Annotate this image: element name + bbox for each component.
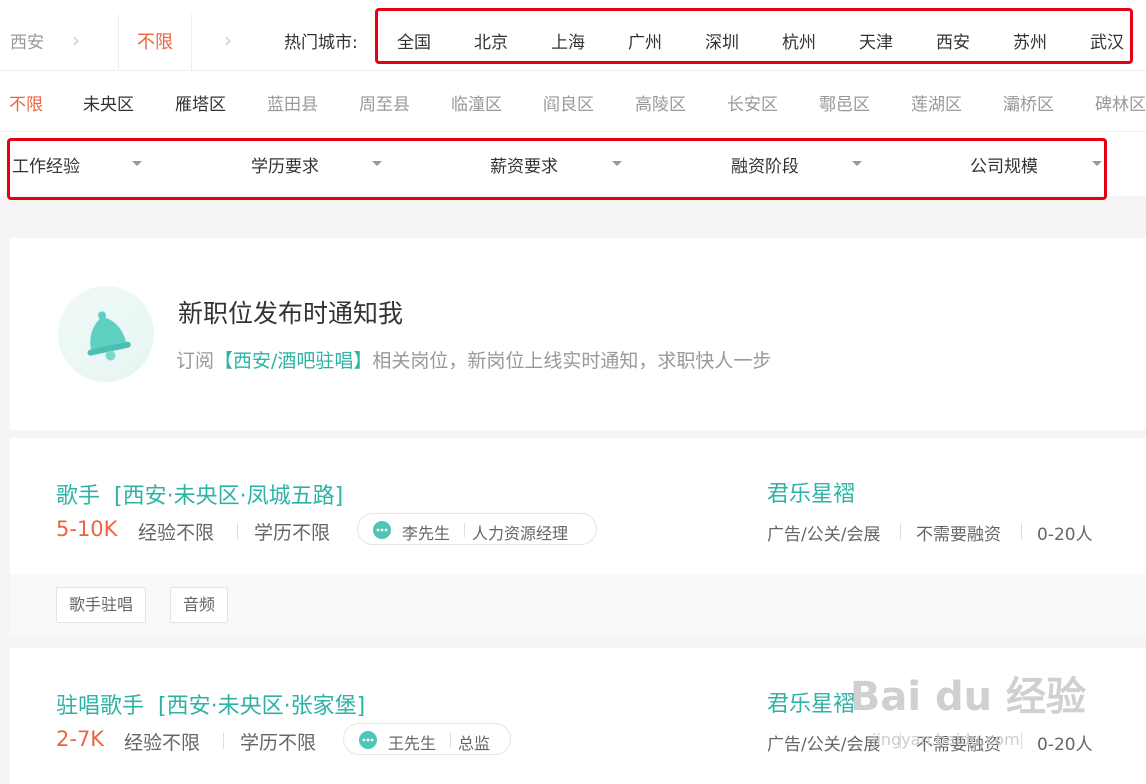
company-size: 0-20人 xyxy=(1037,525,1093,545)
notify-sub-prefix: 订阅 xyxy=(176,350,215,372)
bell-icon xyxy=(58,286,154,382)
district-changan[interactable]: 长安区 xyxy=(727,90,778,115)
company-funding: 不需要融资 xyxy=(916,525,1001,545)
notify-subtitle: 订阅【西安/酒吧驻唱】相关岗位，新岗位上线实时通知，求职快人一步 xyxy=(176,346,771,373)
district-beilin[interactable]: 碑林区 xyxy=(1095,90,1146,115)
hr-name: 李先生 xyxy=(402,524,451,543)
notify-sub-suffix: 相关岗位，新岗位上线实时通知，求职快人一步 xyxy=(372,350,772,372)
company-industry: 广告/公关/会展 xyxy=(767,735,881,755)
district-yanta[interactable]: 雁塔区 xyxy=(175,90,226,115)
job-title: 驻唱歌手 xyxy=(56,694,145,719)
breadcrumb-city[interactable]: 西安 xyxy=(10,28,44,53)
job-education: 学历不限 xyxy=(254,522,331,544)
divider xyxy=(1021,523,1022,539)
job-salary: 2-7K xyxy=(56,727,105,751)
job-title-link[interactable]: 歌手 [西安·未央区·凤城五路] xyxy=(56,478,343,510)
hot-cities-label: 热门城市: xyxy=(284,33,358,53)
company-size: 0-20人 xyxy=(1037,735,1093,755)
job-tag: 歌手驻唱 xyxy=(56,587,147,623)
job-experience: 经验不限 xyxy=(124,732,201,754)
divider xyxy=(223,733,224,749)
breadcrumb-filter-active[interactable]: 不限 xyxy=(118,14,192,70)
district-lianhu[interactable]: 莲湖区 xyxy=(911,90,962,115)
chat-bubble-icon xyxy=(373,521,391,539)
district-lintong[interactable]: 临潼区 xyxy=(451,90,502,115)
divider xyxy=(1021,733,1022,749)
company-industry: 广告/公关/会展 xyxy=(767,525,881,545)
hr-name: 王先生 xyxy=(388,734,437,753)
divider xyxy=(900,523,901,539)
district-lantian[interactable]: 蓝田县 xyxy=(267,90,318,115)
hr-contact-pill[interactable]: 王先生 总监 xyxy=(343,723,511,755)
chat-bubble-icon xyxy=(359,731,377,749)
divider xyxy=(464,523,465,537)
district-unlimited[interactable]: 不限 xyxy=(9,90,43,115)
filters-highlight-box xyxy=(7,138,1107,200)
hot-cities-highlight-box xyxy=(375,8,1133,64)
job-salary: 5-10K xyxy=(56,517,118,541)
divider xyxy=(237,523,238,539)
notify-title: 新职位发布时通知我 xyxy=(178,299,404,328)
hr-contact-pill[interactable]: 李先生 人力资源经理 xyxy=(357,513,597,545)
hr-title: 总监 xyxy=(458,734,491,753)
notify-keyword[interactable]: 【西安/酒吧驻唱】 xyxy=(214,350,372,372)
company-name[interactable]: 君乐星褶 xyxy=(767,686,855,718)
baidu-watermark-url: jingyan.baidu.com xyxy=(872,730,1020,749)
district-baqiao[interactable]: 灞桥区 xyxy=(1003,90,1054,115)
job-education: 学历不限 xyxy=(240,732,317,754)
district-weiyang[interactable]: 未央区 xyxy=(83,90,134,115)
job-title: 歌手 xyxy=(56,484,101,509)
district-gaoling[interactable]: 高陵区 xyxy=(635,90,686,115)
job-experience: 经验不限 xyxy=(138,522,215,544)
subscribe-notify-card xyxy=(10,238,1146,430)
district-yanliang[interactable]: 阎良区 xyxy=(543,90,594,115)
baidu-watermark-logo: Bai du 经验 xyxy=(849,674,1086,720)
job-location: [西安·未央区·凤城五路] xyxy=(114,484,344,509)
chevron-right-icon: › xyxy=(224,28,232,52)
divider xyxy=(450,733,451,747)
hr-title: 人力资源经理 xyxy=(472,524,569,543)
company-name[interactable]: 君乐星褶 xyxy=(767,476,855,508)
chevron-right-icon: › xyxy=(72,28,80,52)
job-tag: 音频 xyxy=(170,587,229,623)
district-zhouzhi[interactable]: 周至县 xyxy=(359,90,410,115)
district-huyi[interactable]: 鄠邑区 xyxy=(819,90,870,115)
job-location: [西安·未央区·张家堡] xyxy=(158,694,366,719)
job-title-link[interactable]: 驻唱歌手 [西安·未央区·张家堡] xyxy=(56,688,365,720)
